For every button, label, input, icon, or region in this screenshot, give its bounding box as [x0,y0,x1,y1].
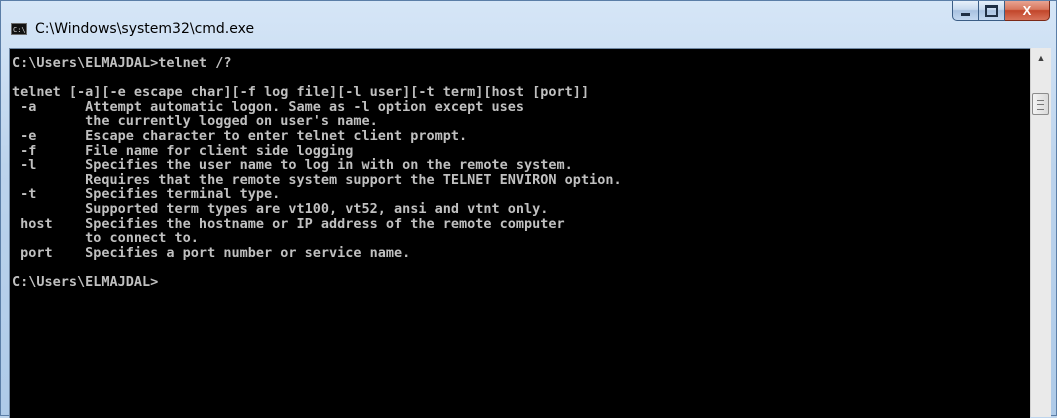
console-line: telnet [-a][-e escape char][-f log file]… [12,84,590,101]
cmd-icon[interactable]: C:\ [11,23,27,35]
console-line: -f File name for client side logging [12,142,354,159]
console-line: Requires that the remote system support … [12,171,622,188]
grip-icon [1037,100,1044,110]
caption-buttons: X [952,1,1050,23]
console-line: host Specifies the hostname or IP addres… [12,215,565,232]
window-title: C:\Windows\system32\cmd.exe [35,21,255,37]
scroll-up-arrow-icon[interactable]: ▲ [1033,51,1049,65]
minimize-button[interactable] [952,1,979,21]
console-line: -l Specifies the user name to log in wit… [12,157,573,174]
console-text: C:\Users\ELMAJDAL>telnet /? telnet [-a][… [10,49,1030,290]
cmd-window: C:\ C:\Windows\system32\cmd.exe X C:\Use… [0,0,1057,418]
console-line: -a Attempt automatic logon. Same as -l o… [12,98,525,115]
maximize-button[interactable] [979,1,1005,21]
console-line: -t Specifies terminal type. [12,186,281,203]
console-line: the currently logged on user's name. [12,113,378,130]
title-bar[interactable]: C:\ C:\Windows\system32\cmd.exe X [1,1,1056,48]
console-line: Supported term types are vt100, vt52, an… [12,200,549,217]
close-button[interactable]: X [1005,1,1050,21]
console-line: C:\Users\ELMAJDAL> [12,273,159,290]
console-output[interactable]: C:\Users\ELMAJDAL>telnet /? telnet [-a][… [9,48,1030,418]
vertical-scrollbar[interactable]: ▲ [1030,48,1051,417]
console-line: -e Escape character to enter telnet clie… [12,127,468,144]
console-line: C:\Users\ELMAJDAL>telnet /? [12,55,232,71]
console-line: to connect to. [12,230,199,247]
maximize-icon [985,4,998,17]
close-icon: X [1022,3,1032,18]
minimize-icon [961,12,970,16]
console-line: port Specifies a port number or service … [12,244,411,261]
scrollbar-thumb[interactable] [1032,93,1049,115]
